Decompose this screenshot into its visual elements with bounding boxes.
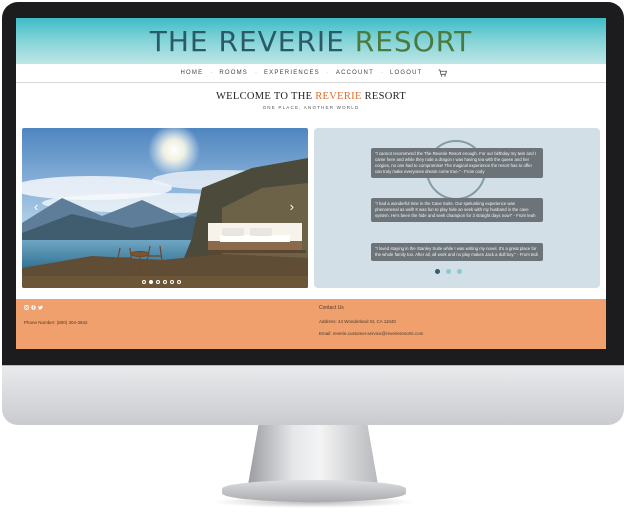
slider-pagination <box>142 280 181 284</box>
nav-separator: · <box>210 70 213 76</box>
cart-icon[interactable] <box>438 69 447 77</box>
twitter-icon[interactable] <box>38 305 43 310</box>
testimonials-panel: RESORT "I cannot recommend the The Rever… <box>314 128 600 288</box>
footer-email[interactable]: Email: reverie.customer.service@reverier… <box>319 331 423 336</box>
slider-dot[interactable] <box>156 280 160 284</box>
slider-dot[interactable] <box>177 280 181 284</box>
chevron-right-icon[interactable]: › <box>290 200 294 213</box>
nav-separator: · <box>254 70 257 76</box>
site-footer: Phone Number: (800) 304-3842 Contact Us … <box>16 299 606 349</box>
welcome-highlight: REVERIE <box>315 91 362 102</box>
nav-rooms[interactable]: ROOMS <box>214 70 253 76</box>
welcome-prefix: WELCOME TO THE <box>215 91 316 102</box>
monitor-stand-neck <box>248 425 378 485</box>
monitor-stand-base <box>222 480 406 502</box>
site-title-main: THE REVERIE <box>149 24 355 58</box>
image-slider[interactable]: ‹ › <box>22 128 308 288</box>
facebook-icon[interactable] <box>31 305 36 310</box>
testimonial-dot[interactable] <box>446 269 451 274</box>
testimonial-dot[interactable] <box>435 269 440 274</box>
footer-phone: Phone Number: (800) 304-3842 <box>24 320 88 325</box>
testimonial-pagination <box>435 269 462 274</box>
desktop-monitor-mockup: THE REVERIE RESORT HOME · ROOMS · EXPERI… <box>0 0 626 514</box>
website-screen: THE REVERIE RESORT HOME · ROOMS · EXPERI… <box>16 18 606 349</box>
testimonial-card: "I had a wonderful time in the Cave Suit… <box>371 198 543 222</box>
main-nav: HOME · ROOMS · EXPERIENCES · ACCOUNT · L… <box>16 64 606 83</box>
nav-experiences[interactable]: EXPERIENCES <box>259 70 325 76</box>
slider-dot[interactable] <box>142 280 146 284</box>
slider-dot[interactable] <box>170 280 174 284</box>
social-links <box>24 305 43 310</box>
tagline: ONE PLACE, ANOTHER WORLD <box>262 105 360 110</box>
footer-address: Address: 44 Wonderland St, CA 11040 <box>319 319 396 324</box>
monitor-chin <box>2 365 624 425</box>
nav-separator: · <box>326 70 329 76</box>
testimonial-card: "I cannot recommend the The Reverie Reso… <box>371 148 543 178</box>
slide-photo-bed-on-mountain <box>22 128 308 288</box>
testimonial-dot[interactable] <box>457 269 462 274</box>
site-title-accent: RESORT <box>354 24 473 58</box>
nav-home[interactable]: HOME <box>176 70 209 76</box>
welcome-suffix: RESORT <box>361 91 407 102</box>
slider-dot[interactable] <box>163 280 167 284</box>
nav-account[interactable]: ACCOUNT <box>331 70 379 76</box>
slider-dot[interactable] <box>149 280 153 284</box>
site-banner: THE REVERIE RESORT <box>16 18 606 64</box>
instagram-icon[interactable] <box>24 305 29 310</box>
nav-logout[interactable]: LOGOUT <box>385 70 428 76</box>
nav-separator: · <box>380 70 383 76</box>
site-title[interactable]: THE REVERIE RESORT <box>150 25 473 58</box>
welcome-heading: WELCOME TO THE REVERIE RESORT <box>16 91 606 102</box>
chevron-left-icon[interactable]: ‹ <box>34 200 38 213</box>
footer-contact-heading: Contact Us <box>319 305 344 311</box>
testimonial-card: "I loved staying in the Stanley Suite wh… <box>371 243 543 261</box>
